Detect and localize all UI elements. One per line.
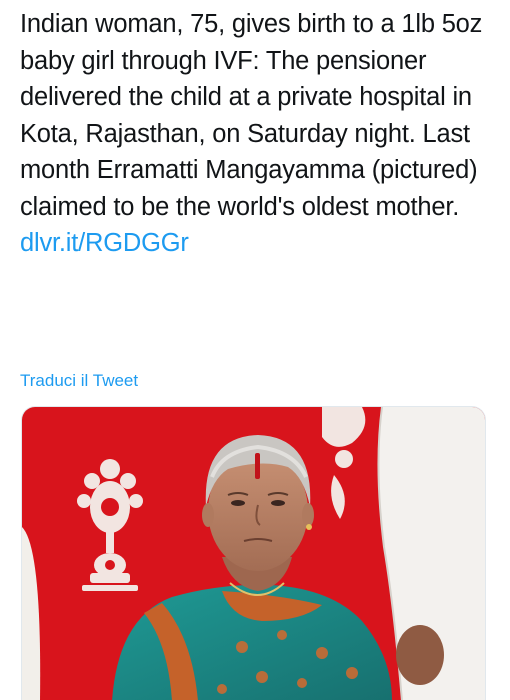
tweet-photo[interactable] [21,406,486,700]
tweet-link[interactable]: dlvr.it/RGDGGr [20,229,189,257]
photo-elderly-woman-in-saree-icon [22,407,485,700]
translate-tweet-link[interactable]: Traduci il Tweet [20,371,138,391]
tweet-text-block: Indian woman, 75, gives birth to a 1lb 5… [20,6,500,262]
tweet-body-text: Indian woman, 75, gives birth to a 1lb 5… [20,10,483,221]
